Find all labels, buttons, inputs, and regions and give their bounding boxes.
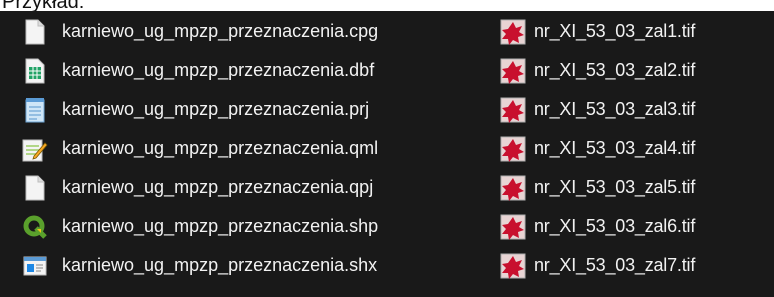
file-item-shx[interactable]: karniewo_ug_mpzp_przeznaczenia.shx [22,249,377,282]
file-name: nr_XI_53_03_zal5.tif [534,177,696,197]
file-name: nr_XI_53_03_zal1.tif [534,21,696,41]
file-item-qpj[interactable]: karniewo_ug_mpzp_przeznaczenia.qpj [22,171,373,204]
tif-image-file-icon [500,212,526,242]
file-name: karniewo_ug_mpzp_przeznaczenia.prj [62,99,370,119]
file-item-zal7[interactable]: nr_XI_53_03_zal7.tif [500,249,695,282]
file-item-zal6[interactable]: nr_XI_53_03_zal6.tif [500,210,695,243]
file-item-zal5[interactable]: nr_XI_53_03_zal5.tif [500,171,695,204]
file-item-zal1[interactable]: nr_XI_53_03_zal1.tif [500,15,695,48]
tif-image-file-icon [500,17,526,47]
file-name: karniewo_ug_mpzp_przeznaczenia.dbf [62,60,375,80]
tif-image-file-icon [500,56,526,86]
tif-image-file-icon [500,95,526,125]
file-item-prj[interactable]: karniewo_ug_mpzp_przeznaczenia.prj [22,93,369,126]
file-name: karniewo_ug_mpzp_przeznaczenia.shx [62,255,378,275]
file-name: nr_XI_53_03_zal6.tif [534,216,696,236]
file-name: nr_XI_53_03_zal4.tif [534,138,696,158]
tif-image-file-icon [500,173,526,203]
file-explorer-list: karniewo_ug_mpzp_przeznaczenia.cpg karni… [0,11,774,297]
file-item-cpg[interactable]: karniewo_ug_mpzp_przeznaczenia.cpg [22,15,378,48]
file-name: karniewo_ug_mpzp_przeznaczenia.shp [62,216,379,236]
file-item-dbf[interactable]: karniewo_ug_mpzp_przeznaczenia.dbf [22,54,374,87]
spreadsheet-file-icon [22,56,48,86]
file-name: karniewo_ug_mpzp_przeznaczenia.qpj [62,177,374,197]
binary-file-icon [22,251,48,281]
file-name: nr_XI_53_03_zal3.tif [534,99,696,119]
file-item-shp[interactable]: karniewo_ug_mpzp_przeznaczenia.shp [22,210,378,243]
file-item-zal4[interactable]: nr_XI_53_03_zal4.tif [500,132,695,165]
file-item-zal2[interactable]: nr_XI_53_03_zal2.tif [500,54,695,87]
edit-document-file-icon [22,134,48,164]
file-item-qml[interactable]: karniewo_ug_mpzp_przeznaczenia.qml [22,132,378,165]
file-name: nr_XI_53_03_zal7.tif [534,255,696,275]
file-name: karniewo_ug_mpzp_przeznaczenia.cpg [62,21,379,41]
blank-file-icon [22,17,48,47]
file-item-zal3[interactable]: nr_XI_53_03_zal3.tif [500,93,695,126]
tif-image-file-icon [500,134,526,164]
tif-image-file-icon [500,251,526,281]
blank-file-icon [22,173,48,203]
notepad-file-icon [22,95,48,125]
qgis-file-icon [22,212,48,242]
file-name: karniewo_ug_mpzp_przeznaczenia.qml [62,138,379,158]
file-name: nr_XI_53_03_zal2.tif [534,60,696,80]
